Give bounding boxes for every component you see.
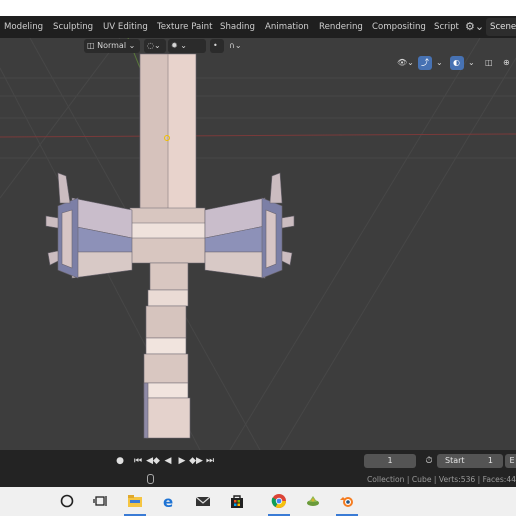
jump-end-icon[interactable]: ⏭ bbox=[204, 455, 216, 467]
tab-sculpting[interactable]: Sculpting bbox=[49, 16, 97, 38]
tab-animation[interactable]: Animation bbox=[261, 16, 313, 38]
xray-toggle-icon[interactable]: ◫ bbox=[482, 56, 496, 70]
3d-viewport[interactable]: ◫ Normal ⌄ ◌⌄ ✹ ⌄ • ∩⌄ 👁⌄ ⤴ ⌄ ◐ ⌄ ◫ ⊕ bbox=[0, 38, 516, 450]
tab-texture-paint[interactable]: Texture Paint bbox=[153, 16, 216, 38]
gizmo-dropdown[interactable]: ⌄ bbox=[433, 56, 443, 70]
proportional-edit-button[interactable]: • bbox=[210, 39, 224, 53]
tab-modeling[interactable]: Modeling bbox=[0, 16, 47, 38]
cortana-icon[interactable] bbox=[50, 487, 84, 516]
edge-icon[interactable]: e bbox=[152, 487, 186, 516]
jump-start-icon[interactable]: ⏮ bbox=[132, 455, 144, 467]
tab-uv-editing[interactable]: UV Editing bbox=[99, 16, 152, 38]
sword-mesh bbox=[45, 53, 295, 439]
orientation-label: Normal bbox=[97, 41, 127, 50]
gizmo-toggle-icon[interactable]: ⤴ bbox=[418, 56, 432, 70]
shading-wireframe-icon[interactable]: ⊕ bbox=[500, 56, 514, 70]
store-icon[interactable] bbox=[220, 487, 254, 516]
workspace-tab-bar: Modeling Sculpting UV Editing Texture Pa… bbox=[0, 16, 516, 38]
chevron-down-icon: ⌄ bbox=[128, 41, 136, 50]
prev-keyframe-icon[interactable]: ◀◆ bbox=[146, 455, 160, 467]
play-reverse-icon[interactable]: ◀ bbox=[162, 455, 174, 467]
timeline-bar: ● ⏮ ◀◆ ◀ ▶ ◆▶ ⏭ 1 ⏱ Start 1 E bbox=[0, 450, 516, 472]
overlay-dropdown[interactable]: ⌄ bbox=[465, 56, 475, 70]
falloff-button[interactable]: ∩⌄ bbox=[226, 39, 248, 53]
start-frame-field[interactable]: Start 1 bbox=[437, 454, 503, 468]
play-icon[interactable]: ▶ bbox=[176, 455, 188, 467]
screen-bezel bbox=[0, 0, 516, 16]
next-keyframe-icon[interactable]: ◆▶ bbox=[189, 455, 203, 467]
record-icon[interactable]: ● bbox=[114, 455, 126, 467]
file-explorer-icon[interactable] bbox=[118, 487, 152, 516]
overlay-toggle-icon[interactable]: ◐ bbox=[450, 56, 464, 70]
orientation-icon: ◫ bbox=[87, 41, 95, 50]
mouse-icon bbox=[147, 474, 154, 484]
scene-selector[interactable]: Scene bbox=[486, 18, 516, 36]
snap-button[interactable]: ✹ ⌄ bbox=[168, 39, 206, 53]
end-frame-field[interactable]: E bbox=[505, 454, 516, 468]
svg-text:e: e bbox=[163, 493, 173, 509]
mail-icon[interactable] bbox=[186, 487, 220, 516]
task-view-icon[interactable] bbox=[84, 487, 118, 516]
blender-icon[interactable] bbox=[330, 487, 364, 516]
tab-script[interactable]: Script bbox=[430, 16, 463, 38]
transform-orientation-dropdown[interactable]: ◫ Normal ⌄ bbox=[84, 39, 140, 53]
status-text: Collection | Cube | Verts:536 | Faces:44 bbox=[366, 475, 516, 484]
status-bar: Collection | Cube | Verts:536 | Faces:44 bbox=[0, 472, 516, 487]
x-axis-line bbox=[0, 133, 516, 138]
viewport-header: ◫ Normal ⌄ ◌⌄ ✹ ⌄ • ∩⌄ 👁⌄ ⤴ ⌄ ◐ ⌄ ◫ ⊕ bbox=[0, 38, 516, 70]
tab-rendering[interactable]: Rendering bbox=[315, 16, 367, 38]
stopwatch-icon[interactable]: ⏱ bbox=[423, 455, 435, 467]
tab-shading[interactable]: Shading bbox=[216, 16, 259, 38]
pivot-point-button[interactable]: ◌⌄ bbox=[144, 39, 166, 53]
viewport-canvas bbox=[0, 38, 516, 450]
chrome-icon[interactable] bbox=[262, 487, 296, 516]
scene-icon[interactable]: ⚙⌄ bbox=[465, 19, 484, 35]
start-label: Start bbox=[445, 456, 465, 465]
tab-compositing[interactable]: Compositing bbox=[368, 16, 430, 38]
start-value: 1 bbox=[487, 456, 493, 465]
current-frame-field[interactable]: 1 bbox=[364, 454, 416, 468]
os-taskbar: e bbox=[0, 487, 516, 516]
app-icon[interactable] bbox=[296, 487, 330, 516]
visibility-icon[interactable]: 👁⌄ bbox=[394, 56, 416, 70]
